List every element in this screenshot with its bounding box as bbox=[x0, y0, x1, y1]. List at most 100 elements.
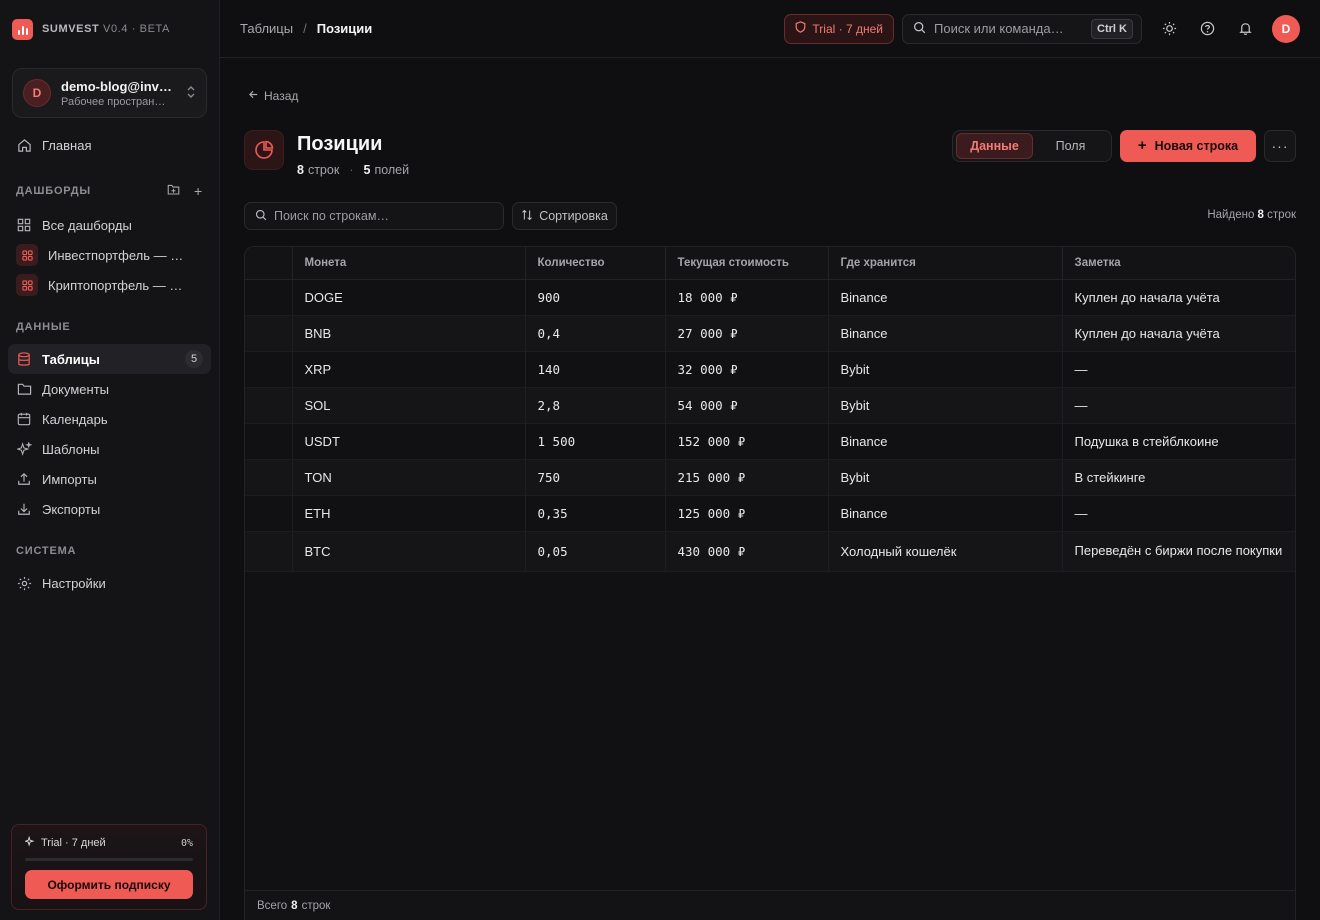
table-cell[interactable]: DOGE bbox=[292, 279, 526, 316]
user-avatar[interactable]: D bbox=[1272, 14, 1300, 43]
table-cell[interactable]: Bybit bbox=[828, 459, 1063, 496]
breadcrumb-current: Позиции bbox=[316, 21, 373, 36]
column-header[interactable]: Монета bbox=[292, 247, 526, 280]
breadcrumb-separator: / bbox=[303, 21, 307, 36]
more-options-button[interactable]: ··· bbox=[1264, 130, 1296, 162]
table-cell[interactable]: Bybit bbox=[828, 351, 1063, 388]
table-cell[interactable]: TON bbox=[292, 459, 526, 496]
sidebar-item-settings[interactable]: Настройки bbox=[8, 568, 211, 598]
column-header[interactable]: Заметка bbox=[1062, 247, 1295, 280]
table-cell[interactable]: Куплен до начала учёта bbox=[1062, 279, 1295, 316]
sidebar-item-home[interactable]: Главная bbox=[8, 130, 211, 160]
fields-count: 5 bbox=[363, 163, 371, 177]
table-cell[interactable]: USDT bbox=[292, 423, 526, 460]
row-selector[interactable] bbox=[245, 531, 293, 572]
table-cell[interactable]: Binance bbox=[828, 315, 1063, 352]
row-selector[interactable] bbox=[245, 459, 293, 496]
sidebar: SUMVEST V0.4 · BETA D demo-blog@inv… Раб… bbox=[0, 0, 220, 920]
table-cell[interactable]: Куплен до начала учёта bbox=[1062, 315, 1295, 352]
table-cell[interactable]: — bbox=[1062, 351, 1295, 388]
row-selector[interactable] bbox=[245, 423, 293, 460]
table-cell[interactable]: Bybit bbox=[828, 387, 1063, 424]
page-title: Позиции bbox=[297, 133, 383, 155]
sidebar-item-documents[interactable]: Документы bbox=[8, 374, 211, 404]
new-folder-icon[interactable] bbox=[167, 183, 180, 199]
table-cell[interactable]: Холодный кошелёк bbox=[828, 531, 1063, 572]
sidebar-item-label: Инвестпортфель — … bbox=[48, 247, 184, 263]
table-cell[interactable]: 32 000 ₽ bbox=[665, 351, 829, 388]
table-row[interactable]: XRP 140 32 000 ₽ Bybit — bbox=[245, 351, 1295, 388]
column-header[interactable]: Текущая стоимость bbox=[665, 247, 829, 280]
table-cell[interactable]: 0,05 bbox=[525, 531, 666, 572]
tab-fields[interactable]: Поля bbox=[1033, 133, 1108, 159]
row-selector[interactable] bbox=[245, 351, 293, 388]
table-cell[interactable]: Binance bbox=[828, 423, 1063, 460]
table-cell[interactable]: SOL bbox=[292, 387, 526, 424]
new-row-button[interactable]: + Новая строка bbox=[1120, 130, 1256, 162]
breadcrumb-parent[interactable]: Таблицы bbox=[240, 21, 293, 36]
sidebar-item-label: Календарь bbox=[42, 411, 108, 427]
table-cell[interactable]: ETH bbox=[292, 495, 526, 532]
add-dashboard-icon[interactable]: + bbox=[194, 183, 203, 199]
tab-data[interactable]: Данные bbox=[956, 133, 1033, 159]
sidebar-item-templates[interactable]: Шаблоны bbox=[8, 434, 211, 464]
table-cell[interactable]: 215 000 ₽ bbox=[665, 459, 829, 496]
table-cell[interactable]: 0,35 bbox=[525, 495, 666, 532]
table-cell[interactable]: BNB bbox=[292, 315, 526, 352]
row-selector[interactable] bbox=[245, 279, 293, 316]
table-cell[interactable]: Переведён с биржи после покупки bbox=[1062, 531, 1295, 572]
table-cell[interactable]: В стейкинге bbox=[1062, 459, 1295, 496]
table-cell[interactable]: 125 000 ₽ bbox=[665, 495, 829, 532]
table-cell[interactable]: 140 bbox=[525, 351, 666, 388]
table-cell[interactable]: 1 500 bbox=[525, 423, 666, 460]
table-cell[interactable]: 27 000 ₽ bbox=[665, 315, 829, 352]
table-cell[interactable]: 18 000 ₽ bbox=[665, 279, 829, 316]
table-cell[interactable]: Подушка в стейблкоине bbox=[1062, 423, 1295, 460]
table-cell[interactable]: 0,4 bbox=[525, 315, 666, 352]
row-selector[interactable] bbox=[245, 387, 293, 424]
table-cell[interactable]: 430 000 ₽ bbox=[665, 531, 829, 572]
help-icon[interactable] bbox=[1196, 18, 1218, 40]
table-cell[interactable]: 152 000 ₽ bbox=[665, 423, 829, 460]
column-header[interactable]: Где хранится bbox=[828, 247, 1063, 280]
bell-icon[interactable] bbox=[1234, 18, 1256, 40]
table-row[interactable]: TON 750 215 000 ₽ Bybit В стейкинге bbox=[245, 459, 1295, 496]
table-cell[interactable]: XRP bbox=[292, 351, 526, 388]
table-row[interactable]: BNB 0,4 27 000 ₽ Binance Куплен до начала уч… bbox=[245, 315, 1295, 352]
found-count: Найдено 8 строк bbox=[1207, 209, 1296, 221]
subscribe-button[interactable]: Оформить подписку bbox=[25, 870, 193, 899]
sun-icon[interactable] bbox=[1158, 18, 1180, 40]
table-row[interactable]: ETH 0,35 125 000 ₽ Binance — bbox=[245, 495, 1295, 532]
table-cell[interactable]: Binance bbox=[828, 495, 1063, 532]
sort-button[interactable]: Сортировка bbox=[512, 202, 617, 230]
table-row[interactable]: SOL 2,8 54 000 ₽ Bybit — bbox=[245, 387, 1295, 424]
search-placeholder: Поиск или команда… bbox=[934, 21, 1064, 36]
row-selector[interactable] bbox=[245, 495, 293, 532]
sidebar-item-calendar[interactable]: Календарь bbox=[8, 404, 211, 434]
command-search[interactable]: Поиск или команда… Ctrl K bbox=[902, 13, 1142, 44]
table-cell[interactable]: 900 bbox=[525, 279, 666, 316]
table-cell[interactable]: 54 000 ₽ bbox=[665, 387, 829, 424]
sidebar-item-dashboard[interactable]: Криптопортфель — … bbox=[8, 270, 211, 300]
table-cell[interactable]: — bbox=[1062, 495, 1295, 532]
table-cell[interactable]: 2,8 bbox=[525, 387, 666, 424]
table-row[interactable]: BTC 0,05 430 000 ₽ Холодный кошелёк Переведё… bbox=[245, 531, 1295, 572]
table-cell[interactable]: BTC bbox=[292, 531, 526, 572]
column-header[interactable]: Количество bbox=[525, 247, 666, 280]
row-search-input[interactable]: Поиск по строкам… bbox=[244, 202, 504, 230]
table-row[interactable]: USDT 1 500 152 000 ₽ Binance Подушка в стейб… bbox=[245, 423, 1295, 460]
row-selector[interactable] bbox=[245, 315, 293, 352]
sidebar-item-tables[interactable]: Таблицы 5 bbox=[8, 344, 211, 374]
sidebar-item-imports[interactable]: Импорты bbox=[8, 464, 211, 494]
table-cell[interactable]: Binance bbox=[828, 279, 1063, 316]
trial-pill[interactable]: Trial · 7 дней bbox=[784, 13, 894, 44]
workspace-switcher[interactable]: D demo-blog@inv… Рабочее простран… bbox=[12, 68, 207, 118]
sidebar-item-dashboard[interactable]: Инвестпортфель — … bbox=[8, 240, 211, 270]
sidebar-item-exports[interactable]: Экспорты bbox=[8, 494, 211, 524]
sidebar-item-all-dashboards[interactable]: Все дашборды bbox=[8, 210, 211, 240]
back-link[interactable]: Назад bbox=[248, 89, 298, 103]
table-row[interactable]: DOGE 900 18 000 ₽ Binance Куплен до начала у… bbox=[245, 279, 1295, 316]
table-cell[interactable]: 750 bbox=[525, 459, 666, 496]
table-cell[interactable]: — bbox=[1062, 387, 1295, 424]
sort-icon bbox=[521, 209, 533, 224]
